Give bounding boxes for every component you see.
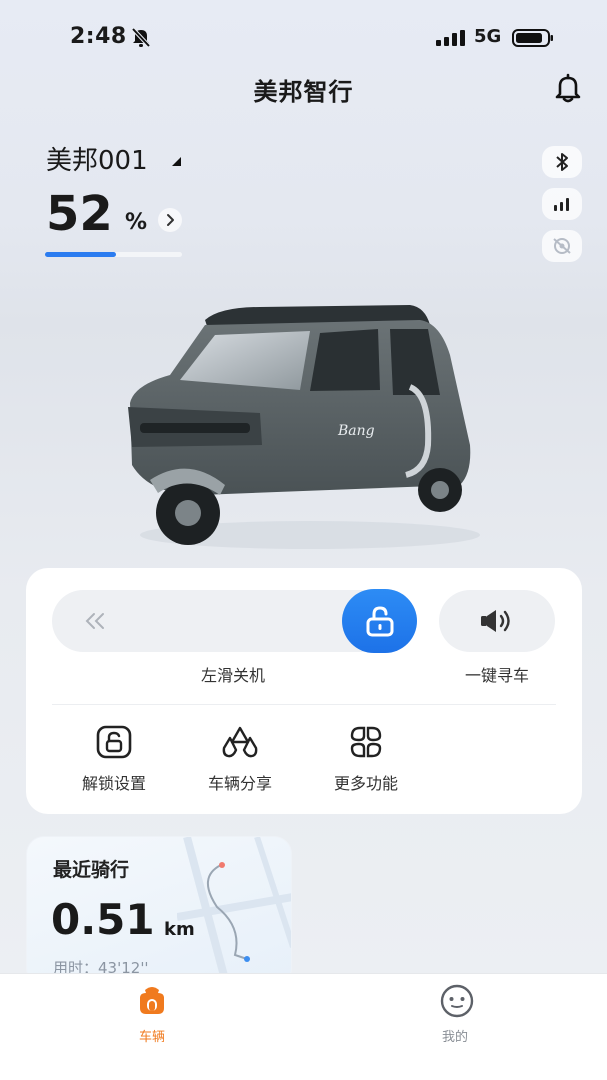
divider [52, 704, 556, 705]
speaker-icon [481, 610, 510, 632]
tab-mine-label: 我的 [441, 1030, 468, 1045]
smiley-icon [440, 984, 474, 1018]
unlock-settings-label: 解锁设置 [81, 774, 146, 793]
slider-knob[interactable] [342, 589, 417, 653]
svg-text:Bang: Bang [337, 423, 375, 439]
battery-percentage: 52 [46, 186, 113, 242]
vehicle-name[interactable]: 美邦001 [46, 140, 148, 177]
battery-progress-fill [45, 252, 117, 257]
vehicle-share-label: 车辆分享 [207, 774, 272, 793]
tab-bar: 车辆 我的 [0, 973, 607, 1080]
vehicle-image: Bang [128, 305, 480, 549]
chevron-right-icon [167, 214, 174, 226]
signal-icon [436, 30, 465, 46]
slide-power-off-label: 左滑关机 [200, 666, 265, 685]
scooter-icon [140, 987, 164, 1014]
signal-bars-icon [554, 198, 569, 211]
tab-vehicle-label: 车辆 [138, 1030, 165, 1045]
battery-icon [512, 29, 553, 47]
battery-progress-bar [45, 252, 182, 257]
tab-mine[interactable]: 我的 [395, 982, 515, 1045]
gps-off-icon [553, 238, 571, 254]
chevrons-left-icon [85, 613, 104, 629]
more-grid-icon [350, 726, 382, 758]
lock-settings-icon [96, 725, 132, 759]
caret-down-icon[interactable] [170, 155, 182, 167]
bluetooth-button[interactable] [542, 146, 582, 178]
battery-unit: % [125, 210, 148, 235]
bell-icon[interactable] [552, 72, 584, 104]
status-time: 2:48 [70, 24, 127, 49]
more-functions-label: 更多功能 [333, 774, 398, 793]
route-map [177, 837, 291, 985]
battery-detail-button[interactable] [158, 208, 182, 232]
find-vehicle-label: 一键寻车 [464, 666, 529, 685]
recent-ride-card[interactable]: 最近骑行 0.51 km 用时：43'12'' [26, 836, 292, 986]
status-bar: 2:48 5G [0, 0, 607, 70]
ride-distance-unit: km [164, 919, 195, 940]
recent-ride-title: 最近骑行 [53, 859, 130, 881]
network-type: 5G [474, 26, 502, 47]
power-off-slider[interactable] [52, 589, 417, 653]
unlock-icon [366, 606, 394, 637]
control-card: 左滑关机 一键寻车 解锁设置 车辆分享 更多功能 [26, 568, 582, 814]
gps-button[interactable] [542, 230, 582, 262]
signal-strength-button[interactable] [542, 188, 582, 220]
tab-vehicle[interactable]: 车辆 [92, 982, 212, 1045]
app-title: 美邦智行 [253, 78, 354, 106]
ride-distance: 0.51 [51, 895, 155, 944]
find-vehicle-button[interactable] [439, 590, 555, 652]
share-icon [222, 726, 258, 758]
bluetooth-icon [556, 153, 568, 171]
bell-off-icon [131, 27, 151, 48]
